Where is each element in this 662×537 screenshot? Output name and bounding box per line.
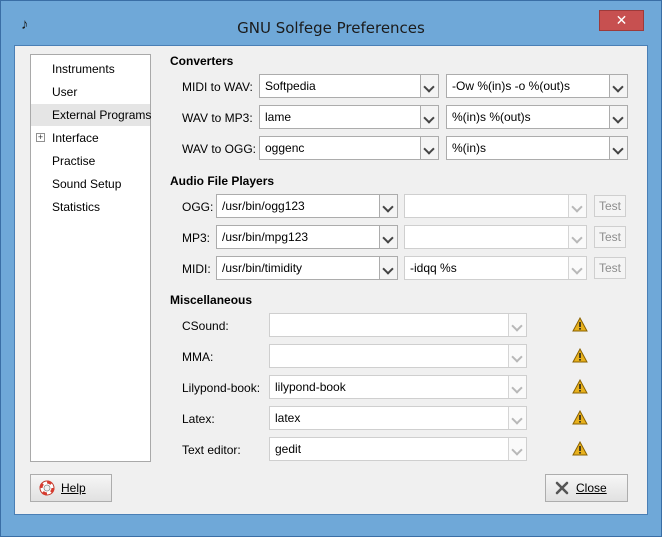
chevron-down-icon[interactable] [420, 75, 438, 97]
sidebar-item-label: Statistics [52, 200, 101, 214]
close-button-label: Close [576, 481, 607, 495]
window-close-button[interactable]: ✕ [599, 10, 644, 31]
combo-value: latex [275, 411, 301, 425]
wav-to-ogg-program-combo[interactable]: oggenc [259, 136, 439, 160]
lilypond-book-label: Lilypond-book: [182, 381, 261, 395]
warning-icon [572, 317, 588, 332]
preferences-content: Instruments User External Programs + Int… [14, 45, 648, 515]
midi-program-combo[interactable]: /usr/bin/timidity [216, 256, 398, 280]
combo-value: lilypond-book [275, 380, 346, 394]
lifebuoy-icon [39, 480, 55, 496]
close-icon [555, 481, 569, 495]
chevron-down-icon[interactable] [508, 376, 526, 398]
title-bar[interactable]: ♪ GNU Solfege Preferences ✕ [1, 1, 661, 39]
chevron-down-icon[interactable] [508, 345, 526, 367]
sidebar-item-interface[interactable]: + Interface [31, 127, 150, 149]
chevron-down-icon[interactable] [379, 195, 397, 217]
ogg-args-combo[interactable] [404, 194, 587, 218]
sidebar-item-label: Interface [52, 131, 99, 145]
mma-combo[interactable] [269, 344, 527, 368]
preferences-window: ♪ GNU Solfege Preferences ✕ Instruments … [0, 0, 662, 537]
help-button[interactable]: Help [30, 474, 112, 502]
warning-icon [572, 441, 588, 456]
sidebar-item-label: User [52, 85, 78, 99]
midi-to-wav-program-combo[interactable]: Softpedia [259, 74, 439, 98]
chevron-down-icon[interactable] [420, 106, 438, 128]
csound-label: CSound: [182, 319, 229, 333]
midi-to-wav-label: MIDI to WAV: [182, 80, 253, 94]
combo-value: %(in)s [452, 141, 487, 155]
sidebar-item-sound-setup[interactable]: Sound Setup [31, 173, 150, 195]
chevron-down-icon[interactable] [508, 438, 526, 460]
chevron-down-icon[interactable] [568, 195, 586, 217]
sidebar-item-user[interactable]: User [31, 81, 150, 103]
wav-to-ogg-args-combo[interactable]: %(in)s [446, 136, 628, 160]
latex-label: Latex: [182, 412, 215, 426]
miscellaneous-heading: Miscellaneous [170, 293, 253, 307]
sidebar-item-label: Practise [52, 154, 96, 168]
chevron-down-icon[interactable] [379, 226, 397, 248]
ogg-program-combo[interactable]: /usr/bin/ogg123 [216, 194, 398, 218]
midi-test-button[interactable]: Test [594, 257, 626, 279]
expand-icon[interactable]: + [36, 133, 45, 142]
text-editor-combo[interactable]: gedit [269, 437, 527, 461]
ogg-test-button[interactable]: Test [594, 195, 626, 217]
warning-icon [572, 348, 588, 363]
midi-to-wav-args-combo[interactable]: -Ow %(in)s -o %(out)s [446, 74, 628, 98]
sidebar-item-instruments[interactable]: Instruments [31, 58, 150, 80]
combo-value: -Ow %(in)s -o %(out)s [452, 79, 571, 93]
mp3-args-combo[interactable] [404, 225, 587, 249]
ogg-label: OGG: [182, 200, 214, 214]
audio-players-heading: Audio File Players [170, 174, 275, 188]
wav-to-mp3-program-combo[interactable]: lame [259, 105, 439, 129]
wav-to-mp3-label: WAV to MP3: [182, 111, 253, 125]
sidebar-item-statistics[interactable]: Statistics [31, 196, 150, 218]
mma-label: MMA: [182, 350, 214, 364]
latex-combo[interactable]: latex [269, 406, 527, 430]
sidebar-item-label: Sound Setup [52, 177, 122, 191]
csound-combo[interactable] [269, 313, 527, 337]
combo-value: -idqq %s [410, 261, 457, 275]
mp3-label: MP3: [182, 231, 211, 245]
combo-value: /usr/bin/mpg123 [222, 230, 309, 244]
chevron-down-icon[interactable] [609, 106, 627, 128]
chevron-down-icon[interactable] [508, 314, 526, 336]
warning-icon [572, 379, 588, 394]
chevron-down-icon[interactable] [568, 226, 586, 248]
midi-label: MIDI: [182, 262, 211, 276]
chevron-down-icon[interactable] [609, 137, 627, 159]
chevron-down-icon[interactable] [609, 75, 627, 97]
window-title: GNU Solfege Preferences [237, 19, 425, 37]
mp3-program-combo[interactable]: /usr/bin/mpg123 [216, 225, 398, 249]
chevron-down-icon[interactable] [508, 407, 526, 429]
wav-to-mp3-args-combo[interactable]: %(in)s %(out)s [446, 105, 628, 129]
help-button-label: Help [61, 481, 86, 495]
combo-value: Softpedia [265, 79, 316, 93]
sidebar-item-label: External Programs [52, 108, 152, 122]
close-button[interactable]: Close [545, 474, 628, 502]
lilypond-book-combo[interactable]: lilypond-book [269, 375, 527, 399]
mp3-test-button[interactable]: Test [594, 226, 626, 248]
sidebar-item-practise[interactable]: Practise [31, 150, 150, 172]
combo-value: /usr/bin/timidity [222, 261, 303, 275]
sidebar-item-external-programs[interactable]: External Programs [31, 104, 152, 126]
sidebar-item-label: Instruments [52, 62, 115, 76]
chevron-down-icon[interactable] [420, 137, 438, 159]
warning-icon [572, 410, 588, 425]
combo-value: oggenc [265, 141, 305, 155]
combo-value: /usr/bin/ogg123 [222, 199, 305, 213]
text-editor-label: Text editor: [182, 443, 241, 457]
chevron-down-icon[interactable] [568, 257, 586, 279]
midi-args-combo[interactable]: -idqq %s [404, 256, 587, 280]
wav-to-ogg-label: WAV to OGG: [182, 142, 257, 156]
converters-heading: Converters [170, 54, 234, 68]
combo-value: gedit [275, 442, 302, 456]
combo-value: lame [265, 110, 292, 124]
category-list: Instruments User External Programs + Int… [30, 54, 151, 462]
chevron-down-icon[interactable] [379, 257, 397, 279]
combo-value: %(in)s %(out)s [452, 110, 531, 124]
